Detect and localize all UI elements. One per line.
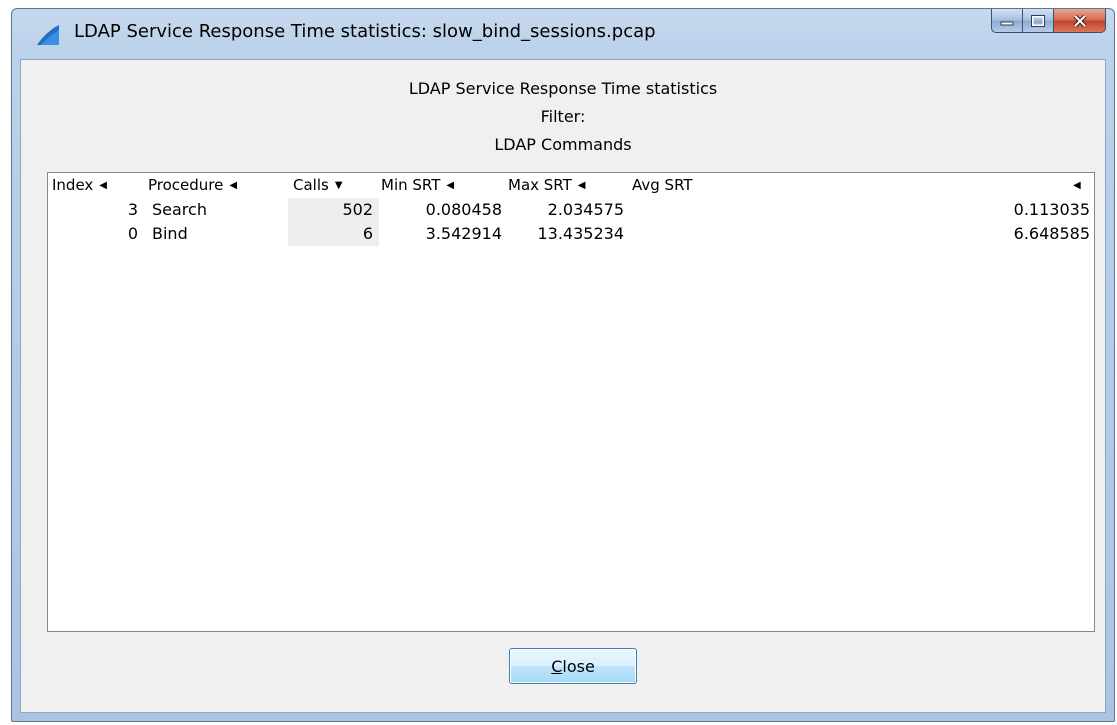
- table-row[interactable]: 0 Bind 6 3.542914 13.435234 6.648585: [48, 222, 1094, 246]
- cell-min-srt: 0.080458: [425, 200, 502, 219]
- cell-avg-srt: 0.113035: [1013, 200, 1090, 219]
- filter-label: Filter:: [540, 107, 586, 126]
- cell-max-srt: 13.435234: [537, 224, 624, 243]
- section-label: LDAP Commands: [494, 135, 632, 154]
- column-header-calls[interactable]: Calls ▼: [293, 176, 343, 194]
- cell-calls: 502: [342, 200, 373, 219]
- window-title: LDAP Service Response Time statistics: s…: [74, 21, 656, 42]
- wireshark-fin-icon: [37, 25, 59, 45]
- sort-left-arrow-icon: ◀: [99, 180, 107, 191]
- sort-descending-arrow-icon: ▼: [334, 180, 343, 191]
- cell-procedure: Search: [152, 200, 207, 219]
- column-header-index[interactable]: Index ◀: [52, 176, 107, 194]
- close-icon: [1073, 14, 1086, 27]
- column-header-procedure[interactable]: Procedure ◀: [148, 176, 237, 194]
- cell-avg-srt: 6.648585: [1013, 224, 1090, 243]
- column-header-min-srt[interactable]: Min SRT ◀: [381, 176, 454, 194]
- stats-title: LDAP Service Response Time statistics: [408, 79, 718, 98]
- cell-min-srt: 3.542914: [425, 224, 502, 243]
- cell-procedure: Bind: [152, 224, 188, 243]
- caption-buttons: [991, 9, 1106, 35]
- srt-table[interactable]: Index ◀ Procedure ◀ Calls ▼ Min SRT ◀ Max SR…: [47, 172, 1095, 632]
- close-button-label: lose: [562, 656, 595, 676]
- maximize-button[interactable]: [1023, 9, 1054, 33]
- sort-left-arrow-icon: ◀: [577, 180, 586, 191]
- table-row[interactable]: 3 Search 502 0.080458 2.034575 0.113035: [48, 198, 1094, 222]
- sort-left-arrow-icon: ◀: [446, 180, 455, 191]
- maximize-icon: [1031, 14, 1045, 27]
- close-window-button[interactable]: [1054, 9, 1106, 33]
- column-header-max-srt[interactable]: Max SRT ◀: [508, 176, 586, 194]
- cell-index: 0: [127, 224, 138, 243]
- dialog-window: LDAP Service Response Time statistics: s…: [11, 8, 1115, 722]
- sort-left-arrow-icon: ◀: [229, 180, 238, 191]
- column-header-avg-srt[interactable]: Avg SRT: [632, 176, 693, 194]
- close-button[interactable]: Close: [509, 648, 637, 684]
- minimize-icon: [1000, 21, 1014, 25]
- sort-left-arrow-icon[interactable]: ◀: [1073, 176, 1081, 194]
- minimize-button[interactable]: [991, 9, 1023, 33]
- cell-max-srt: 2.034575: [547, 200, 624, 219]
- table-header: Index ◀ Procedure ◀ Calls ▼ Min SRT ◀ Max SR…: [48, 173, 1094, 197]
- cell-index: 3: [127, 200, 138, 219]
- cell-calls: 6: [362, 224, 373, 243]
- close-button-accelerator: C: [551, 656, 563, 676]
- dialog-client-area: LDAP Service Response Time statistics Fi…: [20, 59, 1106, 713]
- title-bar[interactable]: LDAP Service Response Time statistics: s…: [12, 9, 1114, 56]
